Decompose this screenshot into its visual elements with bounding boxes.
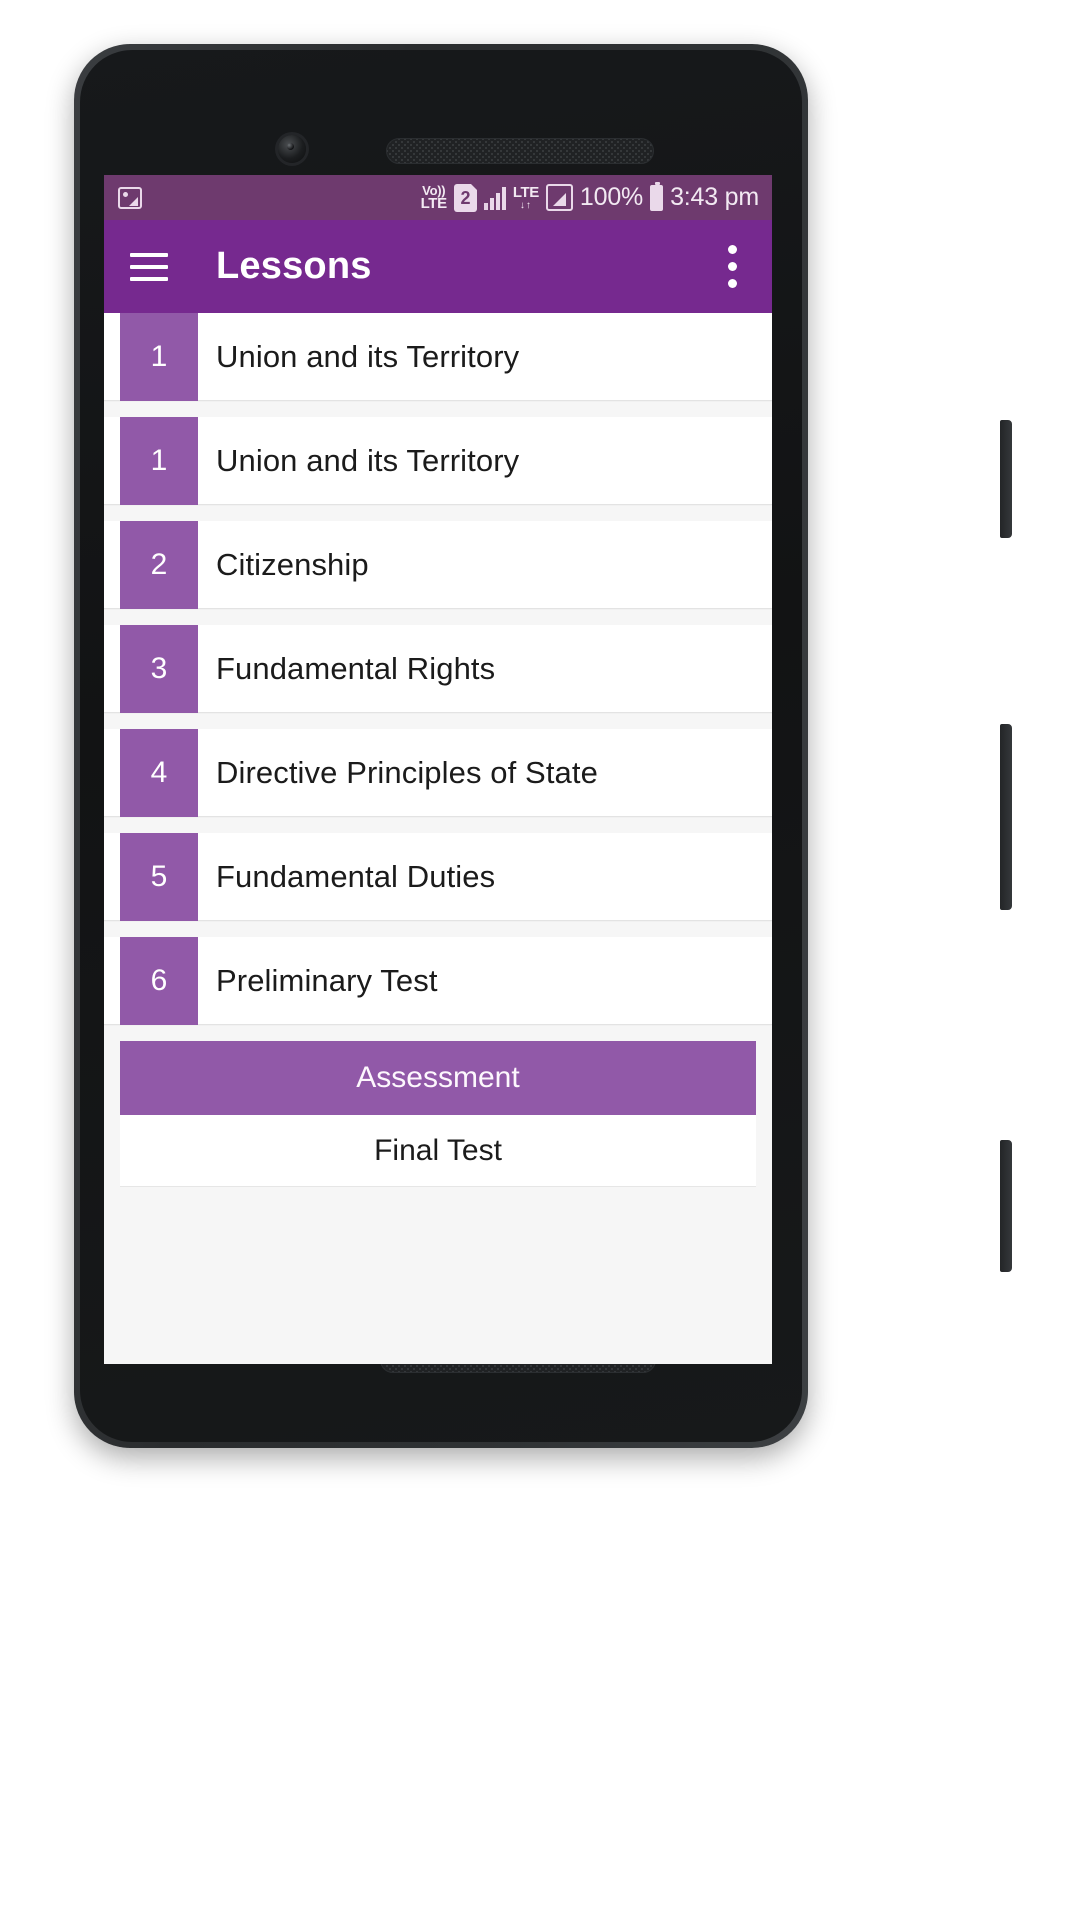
volte-bottom-label: LTE	[420, 194, 448, 212]
front-camera-icon	[278, 135, 306, 163]
battery-percent-label: 100%	[579, 183, 644, 211]
clock-label: 3:43 pm	[670, 183, 759, 211]
lesson-title: Preliminary Test	[216, 962, 438, 998]
page-title: Lessons	[216, 245, 372, 287]
lesson-title: Directive Principles of State	[216, 754, 598, 790]
overflow-menu-icon[interactable]	[714, 245, 750, 288]
lesson-title: Union and its Territory	[216, 338, 520, 374]
lesson-title: Fundamental Duties	[216, 858, 496, 894]
lesson-number-badge: 3	[120, 624, 198, 713]
phone-screen: Vo)) LTE 2 LTE ↓↑ 100% 3:43 pm Lessons 1…	[104, 175, 772, 1364]
screenshot-stage: Vo)) LTE 2 LTE ↓↑ 100% 3:43 pm Lessons 1…	[0, 0, 1080, 1920]
lte-label: LTE	[512, 183, 539, 201]
lesson-number-badge: 6	[120, 936, 198, 1025]
volume-up-button[interactable]	[1000, 724, 1012, 910]
lesson-number-badge: 1	[120, 416, 198, 505]
lessons-list: 1 Union and its Territory 1 Union and it…	[104, 313, 772, 1364]
list-item[interactable]: 5 Fundamental Duties	[104, 832, 772, 921]
lesson-title: Fundamental Rights	[216, 650, 496, 686]
signal-bars-icon	[483, 186, 506, 210]
assessment-item-final-test[interactable]: Final Test	[120, 1115, 756, 1187]
mobile-data-icon	[545, 184, 573, 211]
status-bar-left	[118, 186, 142, 209]
list-item[interactable]: 3 Fundamental Rights	[104, 624, 772, 713]
status-bar: Vo)) LTE 2 LTE ↓↑ 100% 3:43 pm	[104, 175, 772, 220]
lesson-number-badge: 4	[120, 728, 198, 817]
hamburger-menu-icon[interactable]	[130, 252, 168, 281]
photo-icon	[118, 186, 142, 209]
volte-icon: Vo)) LTE	[420, 184, 448, 212]
power-button[interactable]	[1000, 420, 1012, 538]
list-item[interactable]: 1 Union and its Territory	[104, 313, 772, 401]
lesson-number-badge: 5	[120, 832, 198, 921]
app-bar: Lessons	[104, 220, 772, 313]
lesson-number-badge: 2	[120, 520, 198, 609]
list-item[interactable]: 2 Citizenship	[104, 520, 772, 609]
mobile-data-triangle	[552, 193, 566, 206]
lesson-title: Citizenship	[216, 546, 369, 582]
status-bar-right: Vo)) LTE 2 LTE ↓↑ 100% 3:43 pm	[420, 181, 759, 212]
earpiece-speaker-grille	[386, 138, 654, 164]
battery-icon	[650, 181, 664, 211]
lte-data-icon: LTE ↓↑	[513, 185, 539, 211]
lesson-title: Union and its Territory	[216, 442, 520, 478]
list-item[interactable]: 4 Directive Principles of State	[104, 728, 772, 817]
list-item[interactable]: 6 Preliminary Test	[104, 936, 772, 1025]
lte-arrows: ↓↑	[519, 199, 532, 211]
volume-down-button[interactable]	[1000, 1140, 1012, 1272]
sim-2-icon: 2	[453, 182, 478, 212]
assessment-section-header: Assessment	[120, 1041, 756, 1115]
list-item[interactable]: 1 Union and its Territory	[104, 416, 772, 505]
lesson-number-badge: 1	[120, 313, 198, 401]
